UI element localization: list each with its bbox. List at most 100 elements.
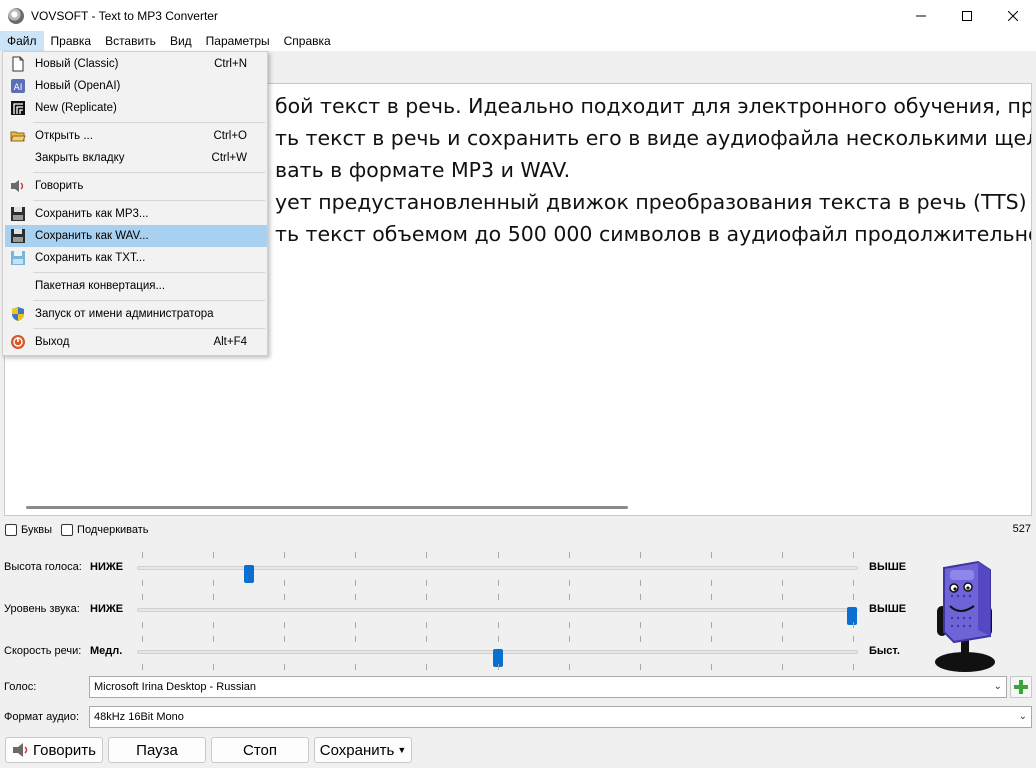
stop-button[interactable]: Стоп: [211, 737, 309, 763]
save-button[interactable]: Сохранить ▼: [314, 737, 412, 763]
pitch-slider[interactable]: [137, 552, 858, 586]
slider-tick: [639, 664, 641, 670]
menu-item-new-classic[interactable]: Новый (Classic) Ctrl+N: [5, 53, 267, 75]
menu-item-run-as-admin[interactable]: Запуск от имени администратора: [5, 303, 267, 325]
menu-separator: [33, 300, 265, 301]
slider-tick: [710, 622, 712, 628]
menu-item-save-wav[interactable]: Сохранить как WAV...: [5, 225, 267, 247]
volume-label: Уровень звука:: [4, 603, 80, 615]
letters-checkbox[interactable]: [5, 524, 17, 536]
slider-tick: [426, 580, 428, 586]
svg-text:AI: AI: [14, 83, 23, 93]
menu-insert[interactable]: Вставить: [98, 31, 163, 51]
slider-tick: [355, 664, 357, 670]
replicate-icon: [11, 101, 25, 115]
pitch-slider-thumb[interactable]: [244, 565, 255, 583]
floppy-icon: [11, 207, 25, 221]
close-button[interactable]: [990, 0, 1036, 31]
menu-item-batch-convert[interactable]: Пакетная конвертация...: [5, 275, 267, 297]
audio-format-select[interactable]: 48kHz 16Bit Mono ⌄: [89, 706, 1032, 728]
menu-item-speak[interactable]: Говорить: [5, 175, 267, 197]
slider-tick: [426, 664, 428, 670]
scrollbar-thumb[interactable]: [26, 506, 628, 509]
save-button-label: Сохранить: [319, 741, 395, 759]
menu-edit[interactable]: Правка: [44, 31, 99, 51]
slider-tick: [284, 594, 286, 600]
menu-item-save-txt[interactable]: Сохранить как TXT...: [5, 247, 267, 269]
menu-item-close-tab[interactable]: Закрыть вкладку Ctrl+W: [5, 147, 267, 169]
speak-button-label: Говорить: [32, 741, 96, 759]
menu-view[interactable]: Вид: [163, 31, 199, 51]
stop-button-label: Стоп: [243, 741, 277, 759]
slider-tick: [284, 580, 286, 586]
slider-tick: [213, 552, 215, 558]
menu-file[interactable]: Файл: [0, 31, 44, 51]
rate-high-label: Быст.: [869, 645, 900, 657]
menu-separator: [33, 172, 265, 173]
voice-value: Microsoft Irina Desktop - Russian: [94, 681, 256, 693]
menu-item-exit[interactable]: Выход Alt+F4: [5, 331, 267, 353]
slider-tick: [781, 580, 783, 586]
slider-tick: [710, 636, 712, 642]
slider-tick: [781, 594, 783, 600]
menu-item-new-openai[interactable]: AI Новый (OpenAI): [5, 75, 267, 97]
add-voice-button[interactable]: [1010, 676, 1032, 698]
slider-tick: [213, 580, 215, 586]
underline-checkbox[interactable]: [61, 524, 74, 536]
slider-tick: [426, 636, 428, 642]
rate-slider[interactable]: [137, 636, 858, 670]
txt-save-icon: [11, 251, 25, 265]
editor-line: бой текст в речь. Идеально подходит для …: [275, 94, 1032, 118]
pause-button[interactable]: Пауза: [108, 737, 206, 763]
char-count: 527: [1012, 523, 1031, 535]
slider-tick: [568, 552, 570, 558]
slider-tick: [568, 664, 570, 670]
voice-select[interactable]: Microsoft Irina Desktop - Russian ⌄: [89, 676, 1007, 698]
audio-format-label: Формат аудио:: [4, 711, 79, 723]
slider-tick: [355, 636, 357, 642]
slider-tick: [497, 664, 499, 670]
speaker-icon: [11, 180, 24, 192]
new-document-icon: [12, 56, 24, 72]
slider-tick: [853, 552, 854, 558]
slider-tick: [639, 594, 641, 600]
editor-line: ть текст объемом до 500 000 символов в а…: [275, 222, 1032, 246]
slider-tick: [497, 580, 499, 586]
slider-tick: [142, 552, 143, 558]
speaker-icon: [12, 743, 28, 757]
speak-button[interactable]: Говорить: [5, 737, 103, 763]
slider-tick: [853, 622, 854, 628]
power-icon: [11, 335, 25, 349]
letters-label: Буквы: [21, 524, 53, 536]
menu-separator: [33, 122, 265, 123]
volume-slider-thumb[interactable]: [847, 607, 857, 625]
volume-slider[interactable]: [137, 594, 858, 628]
minimize-button[interactable]: [898, 0, 944, 31]
menu-settings[interactable]: Параметры: [199, 31, 277, 51]
pitch-high-label: ВЫШЕ: [869, 561, 907, 573]
plus-icon: [1014, 680, 1028, 694]
app-icon: [8, 7, 24, 24]
editor-line: ует предустановленный движок преобразова…: [275, 190, 1032, 214]
slider-tick: [142, 622, 143, 628]
menu-separator: [33, 272, 265, 273]
open-folder-icon: [10, 131, 26, 142]
horizontal-scrollbar[interactable]: [6, 500, 1031, 514]
editor-text: бой текст в речь. Идеально подходит для …: [275, 90, 1032, 250]
menu-item-new-replicate[interactable]: New (Replicate): [5, 97, 267, 119]
shield-icon: [12, 307, 24, 321]
minimize-icon: [916, 15, 926, 16]
slider-tick: [142, 636, 143, 642]
dropdown-arrow-icon: ▼: [397, 745, 407, 755]
voice-label: Голос:: [4, 681, 37, 693]
menu-item-open[interactable]: Открыть ... Ctrl+O: [5, 125, 267, 147]
menu-item-save-mp3[interactable]: Сохранить как MP3...: [5, 203, 267, 225]
menu-help[interactable]: Справка: [277, 31, 338, 51]
slider-tick: [639, 636, 641, 642]
slider-tick: [142, 580, 143, 586]
floppy-icon: [11, 229, 25, 243]
slider-tick: [853, 580, 854, 586]
slider-tick: [781, 552, 783, 558]
slider-tick: [497, 622, 499, 628]
maximize-button[interactable]: [944, 0, 990, 31]
